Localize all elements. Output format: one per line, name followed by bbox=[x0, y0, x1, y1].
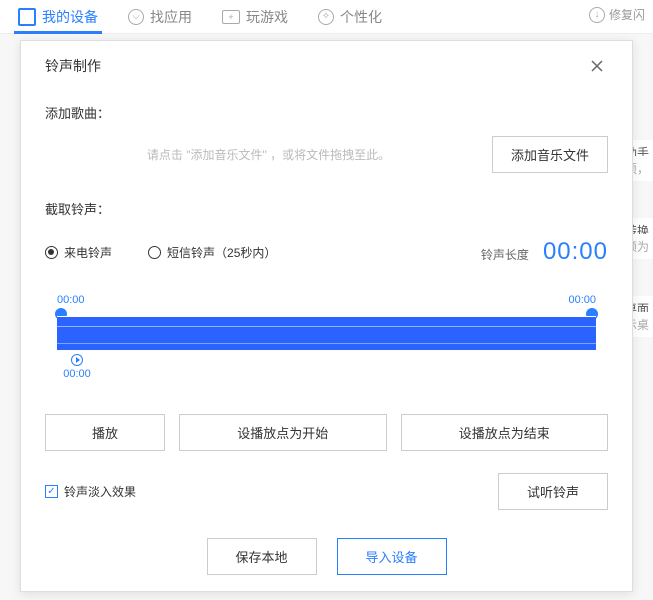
wave-start-time: 00:00 bbox=[57, 294, 85, 306]
fade-row: ✓ 铃声淡入效果 试听铃声 bbox=[45, 473, 608, 510]
playhead[interactable]: 00:00 bbox=[57, 354, 97, 380]
topnav-item-personalize[interactable]: ✧ 个性化 bbox=[318, 0, 382, 33]
add-song-label: 添加歌曲： bbox=[45, 103, 608, 122]
top-right-label: 修复闪 bbox=[609, 6, 645, 23]
topnav-label: 我的设备 bbox=[42, 7, 98, 27]
close-icon bbox=[591, 60, 603, 72]
length-value: 00:00 bbox=[543, 238, 608, 266]
import-device-button[interactable]: 导入设备 bbox=[337, 538, 447, 575]
ringtone-length-group: 铃声长度 00:00 bbox=[481, 238, 608, 266]
waveform-time-labels: 00:00 00:00 bbox=[57, 294, 596, 306]
radio-call-ringtone[interactable]: 来电铃声 bbox=[45, 244, 112, 261]
set-end-button[interactable]: 设播放点为结束 bbox=[401, 414, 609, 451]
add-music-file-button[interactable]: 添加音乐文件 bbox=[492, 136, 608, 173]
checkbox-label: 铃声淡入效果 bbox=[64, 483, 136, 500]
play-button[interactable]: 播放 bbox=[45, 414, 165, 451]
topnav-label: 玩游戏 bbox=[246, 7, 288, 27]
add-song-row: 请点击 "添加音乐文件" ，或将文件拖拽至此。 添加音乐文件 bbox=[45, 136, 608, 173]
wave-end-time: 00:00 bbox=[568, 294, 596, 306]
playback-controls-row: 播放 设播放点为开始 设播放点为结束 bbox=[45, 414, 608, 451]
topnav-item-device[interactable]: 我的设备 bbox=[18, 0, 98, 33]
topnav-item-games[interactable]: + 玩游戏 bbox=[222, 0, 288, 33]
dialog-title: 铃声制作 bbox=[45, 56, 101, 76]
close-button[interactable] bbox=[586, 55, 608, 77]
download-icon: ↓ bbox=[589, 7, 605, 23]
sparkle-icon: ✧ bbox=[318, 9, 334, 25]
ringtone-type-row: 来电铃声 短信铃声（25秒内） 铃声长度 00:00 bbox=[45, 238, 608, 266]
playhead-time: 00:00 bbox=[63, 368, 91, 380]
preview-ringtone-button[interactable]: 试听铃声 bbox=[498, 473, 608, 510]
topnav-label: 找应用 bbox=[150, 7, 192, 27]
top-right-status: ↓ 修复闪 bbox=[589, 6, 645, 23]
radio-dot-icon bbox=[45, 246, 58, 259]
top-nav: 我的设备 ⌵ 找应用 + 玩游戏 ✧ 个性化 ↓ 修复闪 bbox=[0, 0, 653, 34]
set-start-button[interactable]: 设播放点为开始 bbox=[179, 414, 387, 451]
waveform-track[interactable] bbox=[57, 316, 596, 350]
radio-label: 来电铃声 bbox=[64, 244, 112, 261]
topnav-item-apps[interactable]: ⌵ 找应用 bbox=[128, 0, 192, 33]
radio-dot-icon bbox=[148, 246, 161, 259]
play-icon bbox=[71, 354, 83, 366]
save-local-button[interactable]: 保存本地 bbox=[207, 538, 317, 575]
radio-label: 短信铃声（25秒内） bbox=[167, 244, 276, 261]
length-label: 铃声长度 bbox=[481, 246, 529, 263]
device-icon bbox=[18, 8, 36, 26]
waveform-area: 00:00 00:00 00:00 bbox=[45, 294, 608, 380]
radio-sms-ringtone[interactable]: 短信铃声（25秒内） bbox=[148, 244, 276, 261]
gamepad-icon: + bbox=[222, 10, 240, 24]
fade-in-checkbox[interactable]: ✓ 铃声淡入效果 bbox=[45, 483, 136, 500]
bag-icon: ⌵ bbox=[128, 9, 144, 25]
topnav-label: 个性化 bbox=[340, 7, 382, 27]
trim-label: 截取铃声： bbox=[45, 199, 608, 218]
dialog-footer: 保存本地 导入设备 bbox=[45, 510, 608, 575]
dialog-header: 铃声制作 bbox=[45, 55, 608, 85]
ringtone-maker-dialog: 铃声制作 添加歌曲： 请点击 "添加音乐文件" ，或将文件拖拽至此。 添加音乐文… bbox=[20, 40, 633, 592]
add-song-hint: 请点击 "添加音乐文件" ，或将文件拖拽至此。 bbox=[45, 146, 492, 163]
checkbox-icon: ✓ bbox=[45, 485, 58, 498]
